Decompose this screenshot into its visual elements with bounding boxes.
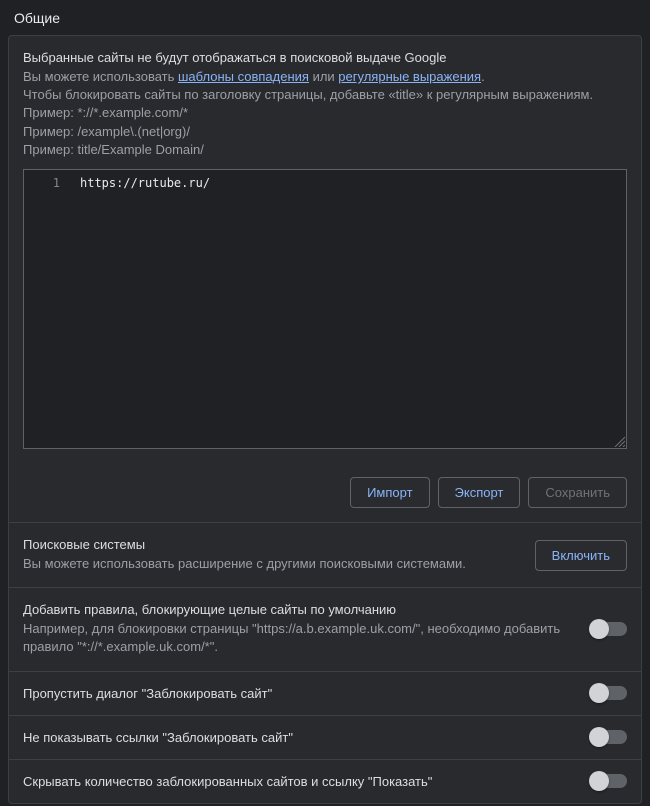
blocklist-help: Вы можете использовать шаблоны совпадени… [23,68,627,86]
blocklist-header: Выбранные сайты не будут отображаться в … [23,50,627,65]
settings-panel: Выбранные сайты не будут отображаться в … [8,35,642,804]
save-button[interactable]: Сохранить [528,477,627,508]
toggle-knob-icon [589,771,609,791]
help-example-1: Пример: *://*.example.com/* [23,104,627,122]
enable-button[interactable]: Включить [535,540,627,571]
help-prefix: Вы можете использовать [23,69,178,84]
page-title: Общие [0,0,650,35]
hide-count-row: Скрывать количество заблокированных сайт… [9,760,641,803]
search-engines-title: Поисковые системы [23,537,519,552]
add-rules-toggle[interactable] [591,622,627,636]
add-rules-title: Добавить правила, блокирующие целые сайт… [23,602,575,617]
help-suffix: . [481,69,485,84]
search-engines-row: Поисковые системы Вы можете использовать… [9,523,641,587]
hide-links-row: Не показывать ссылки "Заблокировать сайт… [9,716,641,759]
editor-line-number: 1 [24,176,60,190]
editor-buttons: Импорт Экспорт Сохранить [9,463,641,522]
blocklist-editor[interactable]: 1 https://rutube.ru/ [23,169,627,449]
help-example-3: Пример: title/Example Domain/ [23,141,627,159]
hide-links-text: Не показывать ссылки "Заблокировать сайт… [23,730,575,745]
toggle-knob-icon [589,727,609,747]
resize-handle-icon[interactable] [613,435,625,447]
editor-gutter: 1 [24,170,68,448]
toggle-knob-icon [589,619,609,639]
add-rules-row: Добавить правила, блокирующие целые сайт… [9,588,641,670]
match-patterns-link[interactable]: шаблоны совпадения [178,69,309,84]
skip-dialog-toggle[interactable] [591,686,627,700]
add-rules-sub: Например, для блокировки страницы "https… [23,620,575,656]
help-title-line: Чтобы блокировать сайты по заголовку стр… [23,86,627,104]
search-engines-text: Поисковые системы Вы можете использовать… [23,537,519,573]
search-engines-sub: Вы можете использовать расширение с друг… [23,555,519,573]
import-button[interactable]: Импорт [350,477,429,508]
hide-links-title: Не показывать ссылки "Заблокировать сайт… [23,730,575,745]
hide-count-title: Скрывать количество заблокированных сайт… [23,774,575,789]
export-button[interactable]: Экспорт [438,477,521,508]
hide-count-toggle[interactable] [591,774,627,788]
toggle-knob-icon [589,683,609,703]
hide-count-text: Скрывать количество заблокированных сайт… [23,774,575,789]
blocklist-section: Выбранные сайты не будут отображаться в … [9,36,641,463]
help-example-2: Пример: /example\.(net|org)/ [23,123,627,141]
add-rules-text: Добавить правила, блокирующие целые сайт… [23,602,575,656]
editor-content[interactable]: https://rutube.ru/ [68,170,626,448]
skip-dialog-title: Пропустить диалог "Заблокировать сайт" [23,686,575,701]
help-mid: или [309,69,338,84]
skip-dialog-text: Пропустить диалог "Заблокировать сайт" [23,686,575,701]
skip-dialog-row: Пропустить диалог "Заблокировать сайт" [9,672,641,715]
hide-links-toggle[interactable] [591,730,627,744]
regex-link[interactable]: регулярные выражения [338,69,481,84]
